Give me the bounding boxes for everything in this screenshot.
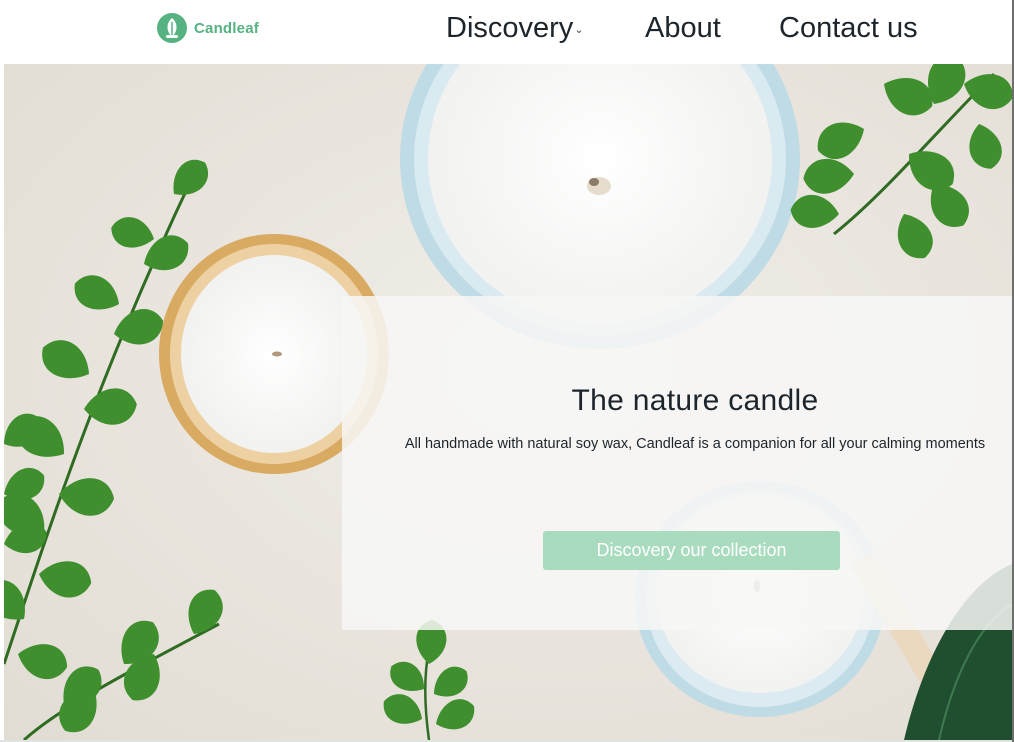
hero-overlay-panel: The nature candle All handmade with natu…: [342, 296, 1012, 630]
site-header: Candleaf Discovery⌄ About Contact us: [0, 0, 1012, 64]
nav-discovery-label: Discovery: [446, 12, 574, 44]
leaf-logo-icon: [157, 13, 187, 43]
brand-logo[interactable]: Candleaf: [157, 12, 259, 44]
nav-discovery[interactable]: Discovery⌄: [446, 8, 584, 48]
chevron-down-icon: ⌄: [574, 24, 584, 36]
hero-subtitle: All handmade with natural soy wax, Candl…: [404, 436, 986, 452]
brand-name: Candleaf: [194, 19, 259, 37]
nav-about[interactable]: About: [645, 8, 721, 48]
hero-title: The nature candle: [571, 384, 819, 417]
discovery-collection-button[interactable]: Discovery our collection: [543, 531, 840, 570]
hero-section: The nature candle All handmade with natu…: [4, 64, 1012, 740]
nav-contact-us[interactable]: Contact us: [779, 8, 918, 48]
